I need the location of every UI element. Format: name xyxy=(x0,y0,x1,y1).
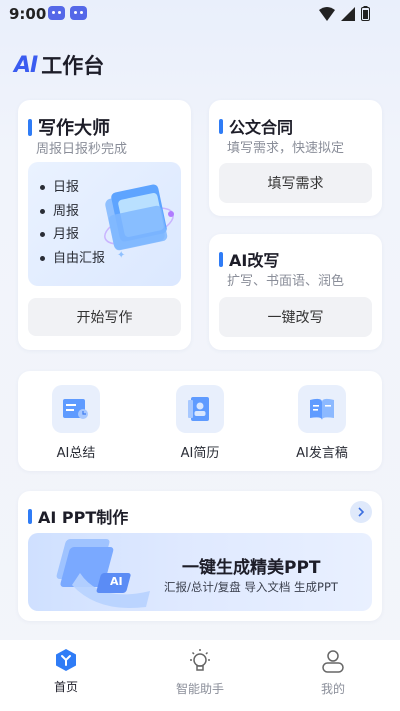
ai-rewrite-title-row: AI改写 xyxy=(219,247,279,271)
writing-master-title: 写作大师 xyxy=(38,118,110,139)
battery-icon xyxy=(361,6,370,21)
ai-ppt-title-row: AI PPT制作 xyxy=(28,504,128,528)
game-notification-icon xyxy=(48,6,65,20)
ai-ppt-title: AI PPT制作 xyxy=(38,508,129,527)
tool-label: AI发言稿 xyxy=(296,446,348,461)
ppt-ai-badge: AI xyxy=(110,575,123,588)
bottom-navigation: 首页 智能助手 我的 xyxy=(0,640,400,711)
fill-requirements-button[interactable]: 填写需求 xyxy=(219,163,372,203)
profile-icon xyxy=(322,650,344,673)
one-click-rewrite-button[interactable]: 一键改写 xyxy=(219,297,372,337)
nav-label: 首页 xyxy=(53,680,78,694)
svg-text:✦: ✦ xyxy=(117,250,125,261)
resume-icon xyxy=(176,385,224,433)
title-accent-bar xyxy=(28,118,32,136)
official-docs-card[interactable]: 公文合同 填写需求，快速拟定 填写需求 xyxy=(209,100,382,216)
home-icon xyxy=(56,649,76,671)
tool-ai-speech[interactable]: AI发言稿 xyxy=(282,385,362,461)
chevron-right-icon xyxy=(358,507,365,517)
nav-item-home[interactable]: 首页 xyxy=(26,648,106,695)
lightbulb-icon xyxy=(190,649,210,671)
ai-rewrite-subtitle: 扩写、书面语、润色 xyxy=(227,274,345,289)
writing-master-subtitle: 周报日报秒完成 xyxy=(36,142,128,157)
ppt-banner-title: 一键生成精美PPT xyxy=(182,558,321,578)
ai-rewrite-card[interactable]: AI改写 扩写、书面语、润色 一键改写 xyxy=(209,234,382,350)
writing-master-card[interactable]: 写作大师 周报日报秒完成 日报 周报 月报 自由汇报 ✦ 开始写作 xyxy=(18,100,191,350)
game-notification-icon xyxy=(70,6,87,20)
status-time: 9:00 xyxy=(9,5,47,23)
nav-label: 我的 xyxy=(320,682,345,696)
start-writing-button[interactable]: 开始写作 xyxy=(28,298,181,336)
app-logo: AI xyxy=(14,52,38,78)
document-stack-illustration xyxy=(56,539,150,609)
title-accent-bar xyxy=(219,118,223,134)
official-docs-title: 公文合同 xyxy=(229,118,294,137)
wifi-icon xyxy=(319,6,335,21)
page-title: 工作台 xyxy=(41,54,105,78)
title-accent-bar xyxy=(219,251,223,267)
quick-tools-card: AI总结 AI简历 AI发言稿 xyxy=(18,371,382,471)
tool-ai-resume[interactable]: AI简历 xyxy=(160,385,240,461)
summary-icon xyxy=(52,385,100,433)
status-bar: 9:00 xyxy=(0,0,400,28)
nav-item-profile[interactable]: 我的 xyxy=(293,648,373,697)
nav-item-assistant[interactable]: 智能助手 xyxy=(160,648,240,697)
folder-illustration: ✦ xyxy=(104,184,174,261)
official-docs-subtitle: 填写需求，快速拟定 xyxy=(227,141,345,156)
writing-master-title-row: 写作大师 xyxy=(28,114,110,140)
tool-ai-summary[interactable]: AI总结 xyxy=(36,385,116,461)
tool-label: AI简历 xyxy=(180,446,220,461)
page-header: AI 工作台 xyxy=(14,50,104,80)
nav-label: 智能助手 xyxy=(175,682,224,696)
official-docs-title-row: 公文合同 xyxy=(219,114,293,138)
ai-rewrite-title: AI改写 xyxy=(229,251,280,270)
ppt-banner[interactable]: AI 一键生成精美PPT 汇报/总计/复盘 导入文档 生成PPT xyxy=(28,533,372,611)
tool-label: AI总结 xyxy=(56,446,96,461)
signal-icon xyxy=(341,6,355,21)
writing-master-promo: 日报 周报 月报 自由汇报 ✦ xyxy=(28,162,181,286)
ppt-more-button[interactable] xyxy=(350,501,372,523)
speech-icon xyxy=(298,385,346,433)
ai-ppt-card[interactable]: AI PPT制作 AI 一键生成精美PPT 汇报/总计/复盘 导入文档 生成PP… xyxy=(18,491,382,621)
title-accent-bar xyxy=(28,508,32,524)
ppt-banner-subtitle: 汇报/总计/复盘 导入文档 生成PPT xyxy=(164,580,338,594)
